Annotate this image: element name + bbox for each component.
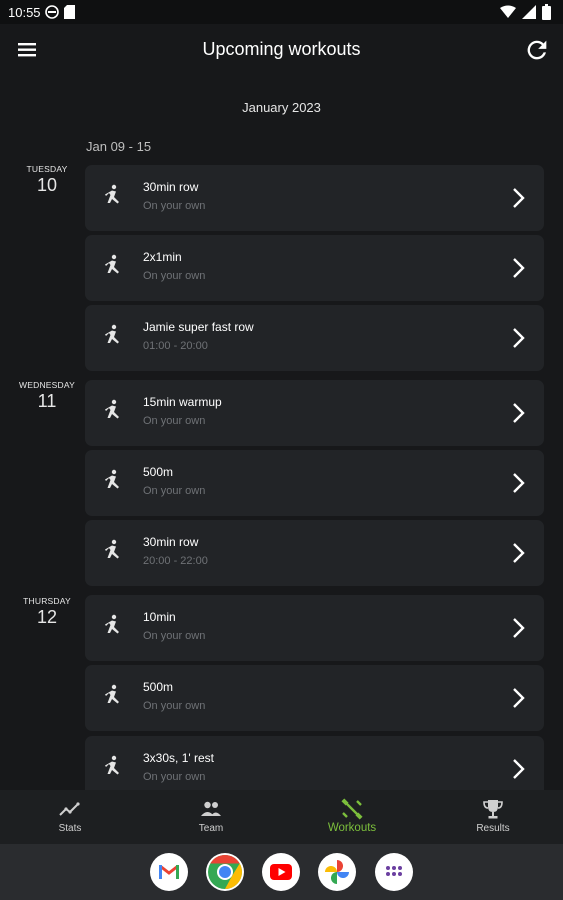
workout-title: Jamie super fast row <box>143 320 254 334</box>
workout-card[interactable]: 10min On your own <box>85 595 544 661</box>
workout-card[interactable]: 15min warmup On your own <box>85 380 544 446</box>
rower-icon <box>105 539 119 559</box>
day-label-tuesday: TUESDAY 10 <box>10 164 84 196</box>
chevron-right-icon <box>513 543 525 563</box>
workout-card[interactable]: Jamie super fast row 01:00 - 20:00 <box>85 305 544 371</box>
youtube-icon <box>270 864 292 880</box>
signal-icon <box>522 5 536 19</box>
workout-title: 10min <box>143 610 176 624</box>
chrome-icon <box>208 855 242 889</box>
trophy-icon <box>483 800 503 819</box>
workout-title: 30min row <box>143 180 199 194</box>
day-name: WEDNESDAY <box>19 380 75 390</box>
gmail-app-icon[interactable] <box>150 853 188 891</box>
nav-team[interactable]: Team <box>141 790 281 844</box>
day-label-wednesday: WEDNESDAY 11 <box>10 380 84 412</box>
youtube-app-icon[interactable] <box>262 853 300 891</box>
status-bar: 10:55 <box>0 0 563 24</box>
workout-title: 30min row <box>143 535 199 549</box>
workout-card[interactable]: 500m On your own <box>85 450 544 516</box>
team-icon <box>201 801 221 816</box>
workout-subtitle: On your own <box>143 415 206 427</box>
rower-icon <box>105 614 119 634</box>
rower-icon <box>105 684 119 704</box>
workout-card[interactable]: 2x1min On your own <box>85 235 544 301</box>
photos-icon <box>325 860 349 884</box>
nav-label: Workouts <box>327 822 377 834</box>
app-bar: Upcoming workouts <box>0 24 563 76</box>
nav-label: Results <box>476 823 510 834</box>
chevron-right-icon <box>513 403 525 423</box>
rower-icon <box>105 254 119 274</box>
page-title: Upcoming workouts <box>202 39 361 59</box>
app-grid-icon <box>386 866 402 876</box>
workout-card[interactable]: 30min row On your own <box>85 165 544 231</box>
workout-title: 15min warmup <box>143 395 222 409</box>
bottom-nav: Stats Team Workouts Results <box>0 790 563 844</box>
chevron-right-icon <box>513 618 525 638</box>
nav-label: Team <box>198 823 224 834</box>
workout-title: 500m <box>143 680 174 694</box>
battery-icon <box>542 4 551 20</box>
month-header: January 2023 <box>242 100 321 115</box>
day-label-thursday: THURSDAY 12 <box>10 596 84 628</box>
nav-workouts[interactable]: Workouts <box>282 790 422 844</box>
workout-subtitle: On your own <box>143 200 206 212</box>
workouts-icon <box>341 798 363 820</box>
rower-icon <box>105 469 119 489</box>
workout-card[interactable]: 30min row 20:00 - 22:00 <box>85 520 544 586</box>
workout-subtitle: 01:00 - 20:00 <box>143 340 208 352</box>
workout-card[interactable]: 500m On your own <box>85 665 544 731</box>
day-name: THURSDAY <box>23 596 71 606</box>
status-time: 10:55 <box>8 5 41 20</box>
system-dock <box>0 844 563 900</box>
week-range: Jan 09 - 15 <box>86 139 152 154</box>
workout-subtitle: On your own <box>143 700 206 712</box>
sd-card-icon <box>64 5 75 19</box>
workout-subtitle: 20:00 - 22:00 <box>143 555 208 567</box>
rower-icon <box>105 399 119 419</box>
workout-subtitle: On your own <box>143 485 206 497</box>
nav-label: Stats <box>58 823 82 834</box>
chevron-right-icon <box>513 328 525 348</box>
chevron-right-icon <box>513 688 525 708</box>
app-drawer-button[interactable] <box>375 853 413 891</box>
refresh-icon[interactable] <box>523 36 551 64</box>
vpn-icon <box>45 5 59 19</box>
day-name: TUESDAY <box>26 164 68 174</box>
workout-subtitle: On your own <box>143 630 206 642</box>
day-number: 12 <box>36 607 58 627</box>
chrome-app-icon[interactable] <box>206 853 244 891</box>
wifi-icon <box>500 5 516 18</box>
day-number: 11 <box>37 391 57 411</box>
nav-stats[interactable]: Stats <box>0 790 140 844</box>
workout-subtitle: On your own <box>143 771 206 783</box>
rower-icon <box>105 324 119 344</box>
chevron-right-icon <box>513 188 525 208</box>
workout-subtitle: On your own <box>143 270 206 282</box>
workout-title: 500m <box>143 465 174 479</box>
rower-icon <box>105 184 119 204</box>
nav-results[interactable]: Results <box>423 790 563 844</box>
chevron-right-icon <box>513 473 525 493</box>
workout-title: 3x30s, 1' rest <box>143 751 214 765</box>
rower-icon <box>105 755 119 775</box>
day-number: 10 <box>36 175 58 195</box>
stats-icon <box>59 802 80 816</box>
chevron-right-icon <box>513 258 525 278</box>
workout-title: 2x1min <box>143 250 182 264</box>
gmail-icon <box>159 864 179 879</box>
chevron-right-icon <box>513 759 525 779</box>
photos-app-icon[interactable] <box>318 853 356 891</box>
